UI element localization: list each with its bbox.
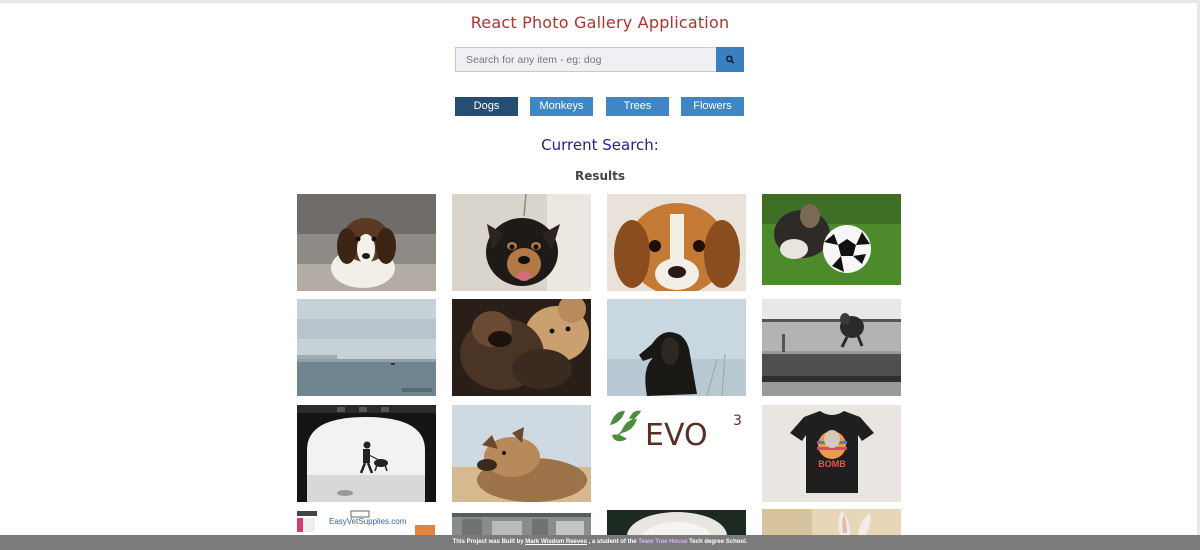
category-button-flowers[interactable]: Flowers xyxy=(681,97,744,116)
search-form xyxy=(455,47,744,72)
current-search-heading: Current Search: xyxy=(541,136,659,154)
building-photo[interactable] xyxy=(452,513,591,535)
results-heading: Results xyxy=(574,169,626,183)
evo3-logo-text: EVO xyxy=(645,418,708,453)
person-walking-dog-tunnel-photo[interactable] xyxy=(297,405,436,502)
sea-horizon-photo[interactable] xyxy=(297,299,436,396)
page-title: React Photo Gallery Application xyxy=(470,13,730,32)
evo3-logo-superscript: 3 xyxy=(733,413,742,429)
beagle-puppy-photo[interactable] xyxy=(297,194,436,291)
dog-running-beach-photo[interactable] xyxy=(762,299,901,396)
footer-middle: , a student of the xyxy=(586,539,639,545)
dog-tshirt-photo[interactable]: BOMB xyxy=(762,405,901,502)
dog-with-soccer-ball-photo[interactable] xyxy=(762,194,901,291)
dog-silhouette-sky-photo[interactable] xyxy=(607,299,746,396)
category-button-monkeys[interactable]: Monkeys xyxy=(530,97,593,116)
footer: This Project was Built by Mark Wisdom Re… xyxy=(0,535,1200,550)
footer-prefix: This Project was Built by xyxy=(452,539,526,545)
dog-lying-sand-photo[interactable] xyxy=(452,405,591,502)
dog-closeup-photo[interactable] xyxy=(607,510,746,535)
footer-school-link[interactable]: Team Tree House xyxy=(638,539,687,545)
easyvetsupplies-ad-image[interactable]: EasyVetSupplies.com xyxy=(297,509,436,535)
rabbit-ears-photo[interactable] xyxy=(762,509,901,535)
search-button[interactable] xyxy=(716,47,744,72)
search-input[interactable] xyxy=(455,47,716,72)
category-button-dogs[interactable]: Dogs xyxy=(455,97,518,116)
black-tan-dog-photo[interactable] xyxy=(452,194,591,291)
category-button-trees[interactable]: Trees xyxy=(606,97,669,116)
tshirt-print-text: BOMB xyxy=(818,459,846,469)
beagle-face-photo[interactable] xyxy=(607,194,746,291)
easyvet-ad-text: EasyVetSupplies.com xyxy=(329,517,407,526)
footer-author-link[interactable]: Mark Wisdom Reeves xyxy=(525,539,587,545)
puppies-cuddling-photo[interactable] xyxy=(452,299,591,396)
search-icon xyxy=(725,55,735,64)
category-nav: Dogs Monkeys Trees Flowers xyxy=(0,97,1200,116)
top-border xyxy=(0,0,1200,3)
footer-suffix: Tech degree School. xyxy=(687,539,748,545)
evo3-logo-image[interactable]: EVO 3 xyxy=(607,405,746,502)
